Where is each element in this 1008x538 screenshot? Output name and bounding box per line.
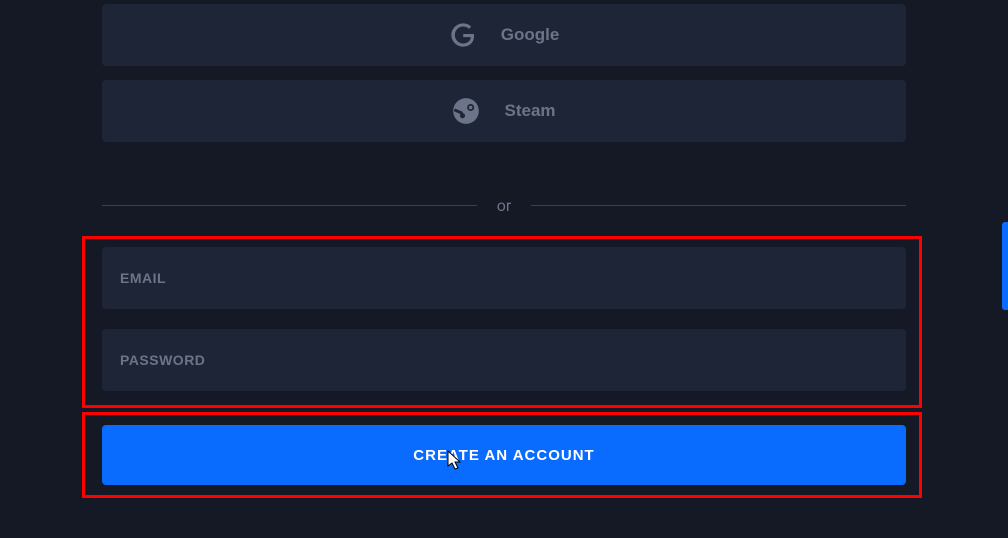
google-icon — [449, 21, 477, 49]
create-account-button[interactable]: CREATE AN ACCOUNT — [102, 425, 906, 485]
google-signin-button[interactable]: Google — [102, 4, 906, 66]
password-field[interactable] — [102, 329, 906, 391]
steam-icon — [452, 97, 480, 125]
divider-line-right — [531, 205, 906, 206]
steam-signin-button[interactable]: Steam — [102, 80, 906, 142]
divider-text: or — [477, 196, 532, 215]
steam-label: Steam — [504, 101, 555, 121]
signup-form: CREATE AN ACCOUNT — [102, 247, 906, 485]
google-label: Google — [501, 25, 560, 45]
email-field[interactable] — [102, 247, 906, 309]
divider-line-left — [102, 205, 477, 206]
divider: or — [102, 196, 906, 215]
side-accent-bar — [1002, 222, 1008, 310]
